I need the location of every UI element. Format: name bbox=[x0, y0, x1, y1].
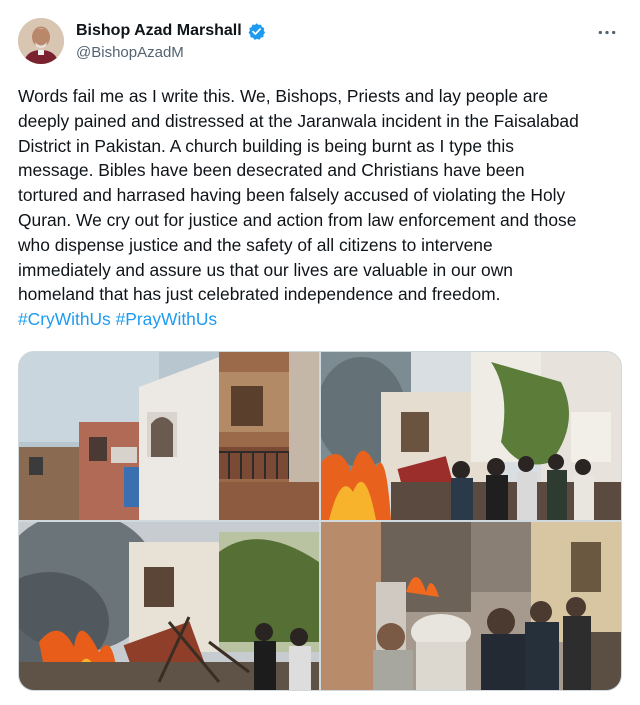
tweet-line: deeply pained and distressed at the Jara… bbox=[18, 110, 579, 131]
tweet-text: Words fail me as I write this. We, Bisho… bbox=[18, 84, 624, 332]
verified-badge-icon bbox=[247, 22, 266, 41]
tweet-card: Bishop Azad Marshall @BishopAzadM Words … bbox=[0, 0, 640, 705]
tweet-line: tortured and harrased having been falsel… bbox=[18, 185, 566, 206]
author-handle[interactable]: @BishopAzadM bbox=[76, 44, 266, 61]
author-info: Bishop Azad Marshall @BishopAzadM bbox=[76, 20, 266, 61]
photo-burning-furniture[interactable] bbox=[19, 522, 319, 690]
tweet-line: Quran. We cry out for justice and action… bbox=[18, 209, 577, 230]
tweet-line: District in Pakistan. A church building … bbox=[18, 135, 514, 156]
tweet-line: who dispense justice and the safety of a… bbox=[18, 234, 493, 255]
hashtag-crywithus[interactable]: #CryWithUs bbox=[18, 309, 111, 329]
tweet-line: message. Bibles have been desecrated and… bbox=[18, 160, 525, 181]
photo-fire-street[interactable] bbox=[321, 352, 621, 520]
name-row: Bishop Azad Marshall bbox=[76, 20, 266, 42]
tweet-line: homeland that has just celebrated indepe… bbox=[18, 284, 501, 305]
tweet-line: immediately and assure us that our lives… bbox=[18, 259, 513, 280]
media-grid bbox=[18, 351, 622, 691]
hashtags: #CryWithUs #PrayWithUs bbox=[18, 307, 624, 332]
photo-police-crowd[interactable] bbox=[321, 522, 621, 690]
hashtag-praywithus[interactable]: #PrayWithUs bbox=[116, 309, 217, 329]
avatar[interactable] bbox=[18, 18, 64, 64]
more-horizontal-icon[interactable] bbox=[592, 22, 622, 42]
person-avatar-icon bbox=[18, 18, 64, 64]
tweet-line: Words fail me as I write this. We, Bisho… bbox=[18, 86, 548, 106]
tweet-header: Bishop Azad Marshall @BishopAzadM bbox=[18, 14, 622, 70]
display-name[interactable]: Bishop Azad Marshall bbox=[76, 22, 242, 40]
photo-church-building[interactable] bbox=[19, 352, 319, 520]
